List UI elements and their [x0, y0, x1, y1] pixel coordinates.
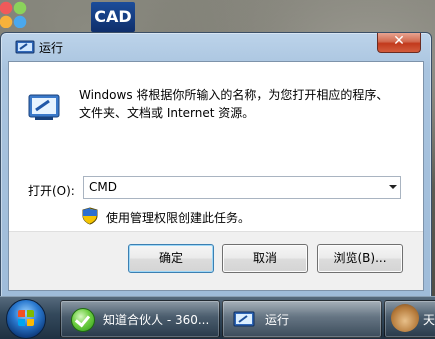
description-line: Windows 将根据你所输入的名称，为您打开相应的程序、: [79, 88, 389, 102]
taskbar-item-run[interactable]: 运行: [222, 300, 382, 338]
description-line: 文件夹、文档或 Internet 资源。: [79, 106, 255, 120]
taskbar-item-360[interactable]: 知道合伙人 - 360...: [60, 300, 220, 338]
run-dialog: 运行 ✕ Windows 将根据你所输入的名称，为您打开相应的程序、 文件夹、文…: [0, 32, 432, 298]
avatar: [391, 304, 419, 332]
desktop-app-icon[interactable]: [0, 0, 30, 28]
ok-button[interactable]: 确定: [128, 244, 214, 273]
open-label: 打开(O):: [28, 184, 75, 198]
open-input-value[interactable]: CMD: [89, 180, 117, 194]
run-icon: [28, 94, 60, 120]
cad-desktop-icon[interactable]: CAD: [91, 2, 135, 32]
close-button[interactable]: ✕: [377, 33, 421, 53]
admin-note: 使用管理权限创建此任务。: [106, 211, 251, 225]
open-combobox[interactable]: CMD: [83, 176, 401, 199]
dialog-body: Windows 将根据你所输入的名称，为您打开相应的程序、 文件夹、文档或 In…: [8, 61, 424, 291]
close-icon: ✕: [393, 33, 405, 49]
run-app-icon: [15, 40, 35, 54]
description-text: Windows 将根据你所输入的名称，为您打开相应的程序、 文件夹、文档或 In…: [79, 86, 409, 122]
taskbar-item-label: 知道合伙人 - 360...: [103, 313, 210, 327]
windows-logo-icon: [18, 310, 34, 326]
taskbar-item-avatar[interactable]: 天: [384, 300, 435, 338]
taskbar: 知道合伙人 - 360... 运行 天: [0, 296, 435, 339]
browse-button[interactable]: 浏览(B)...: [317, 244, 403, 273]
chevron-down-icon[interactable]: [389, 185, 397, 189]
titlebar[interactable]: 运行 ✕: [1, 33, 431, 61]
button-bar: 确定 取消 浏览(B)...: [9, 231, 423, 290]
taskbar-item-label: 天: [423, 313, 435, 327]
taskbar-item-label: 运行: [265, 313, 290, 327]
window-title: 运行: [39, 41, 64, 55]
cancel-button[interactable]: 取消: [222, 244, 308, 273]
uac-shield-icon: [82, 207, 98, 225]
start-button[interactable]: [6, 299, 46, 339]
run-app-icon: [233, 311, 255, 327]
360-browser-icon: [71, 308, 95, 332]
